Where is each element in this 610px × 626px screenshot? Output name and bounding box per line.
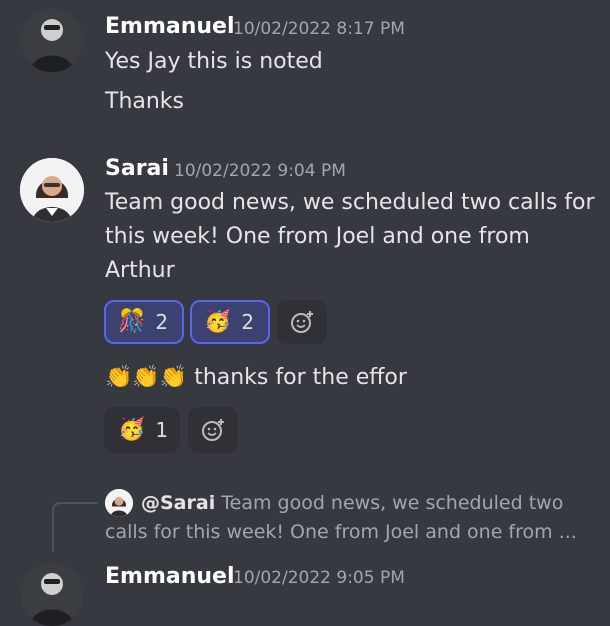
message-timestamp: 10/02/2022 8:17 PM [233, 19, 405, 39]
message-text: Team good news, we scheduled two calls f… [105, 190, 595, 215]
add-reaction-button[interactable] [188, 407, 238, 453]
avatar[interactable] [20, 158, 84, 222]
add-reaction-icon [202, 419, 224, 441]
message-author[interactable]: Emmanuel [105, 564, 235, 589]
avatar[interactable] [20, 562, 84, 626]
reply-snippet: Team good news, we scheduled two [221, 492, 564, 514]
message-text: Yes Jay this is noted [105, 49, 323, 74]
avatar-emmanuel-icon [20, 562, 84, 626]
reply-connector [52, 502, 98, 552]
reaction-count: 2 [241, 310, 255, 334]
reply-avatar[interactable] [105, 489, 133, 517]
reply-mention: @Sarai [141, 492, 216, 514]
reaction-count: 2 [155, 310, 169, 334]
reaction-button[interactable]: 🥳 1 [104, 407, 180, 453]
clapping-hands-icon: 👏👏👏 [105, 365, 188, 390]
avatar-sarai-icon [105, 489, 133, 517]
add-reaction-button[interactable] [277, 300, 327, 344]
avatar-emmanuel-icon [20, 8, 84, 72]
reaction-button[interactable]: 🎊 2 [104, 300, 184, 344]
add-reaction-icon [291, 311, 313, 333]
avatar-sarai-icon [20, 158, 84, 222]
partying-face-icon: 🥳 [204, 309, 232, 334]
message-timestamp: 10/02/2022 9:04 PM [174, 161, 346, 181]
message-text: this week! One from Joel and one from [105, 224, 530, 249]
message-timestamp: 10/02/2022 9:05 PM [233, 568, 405, 588]
reply-preview[interactable]: @Sarai Team good news, we scheduled two [141, 492, 563, 514]
reaction-count: 1 [155, 418, 169, 442]
avatar[interactable] [20, 8, 84, 72]
message-text: 👏👏👏 thanks for the effor [105, 361, 407, 395]
message-author[interactable]: Sarai [105, 156, 169, 181]
reply-preview-line: calls for this week! One from Joel and o… [105, 521, 577, 543]
partying-face-icon: 🥳 [118, 417, 146, 442]
followup-text: thanks for the effor [194, 365, 407, 390]
reaction-button[interactable]: 🥳 2 [190, 300, 270, 344]
message-text: Thanks [105, 89, 185, 114]
message-author[interactable]: Emmanuel [105, 14, 235, 39]
message-text: Arthur [105, 258, 175, 283]
confetti-icon: 🎊 [118, 309, 146, 334]
